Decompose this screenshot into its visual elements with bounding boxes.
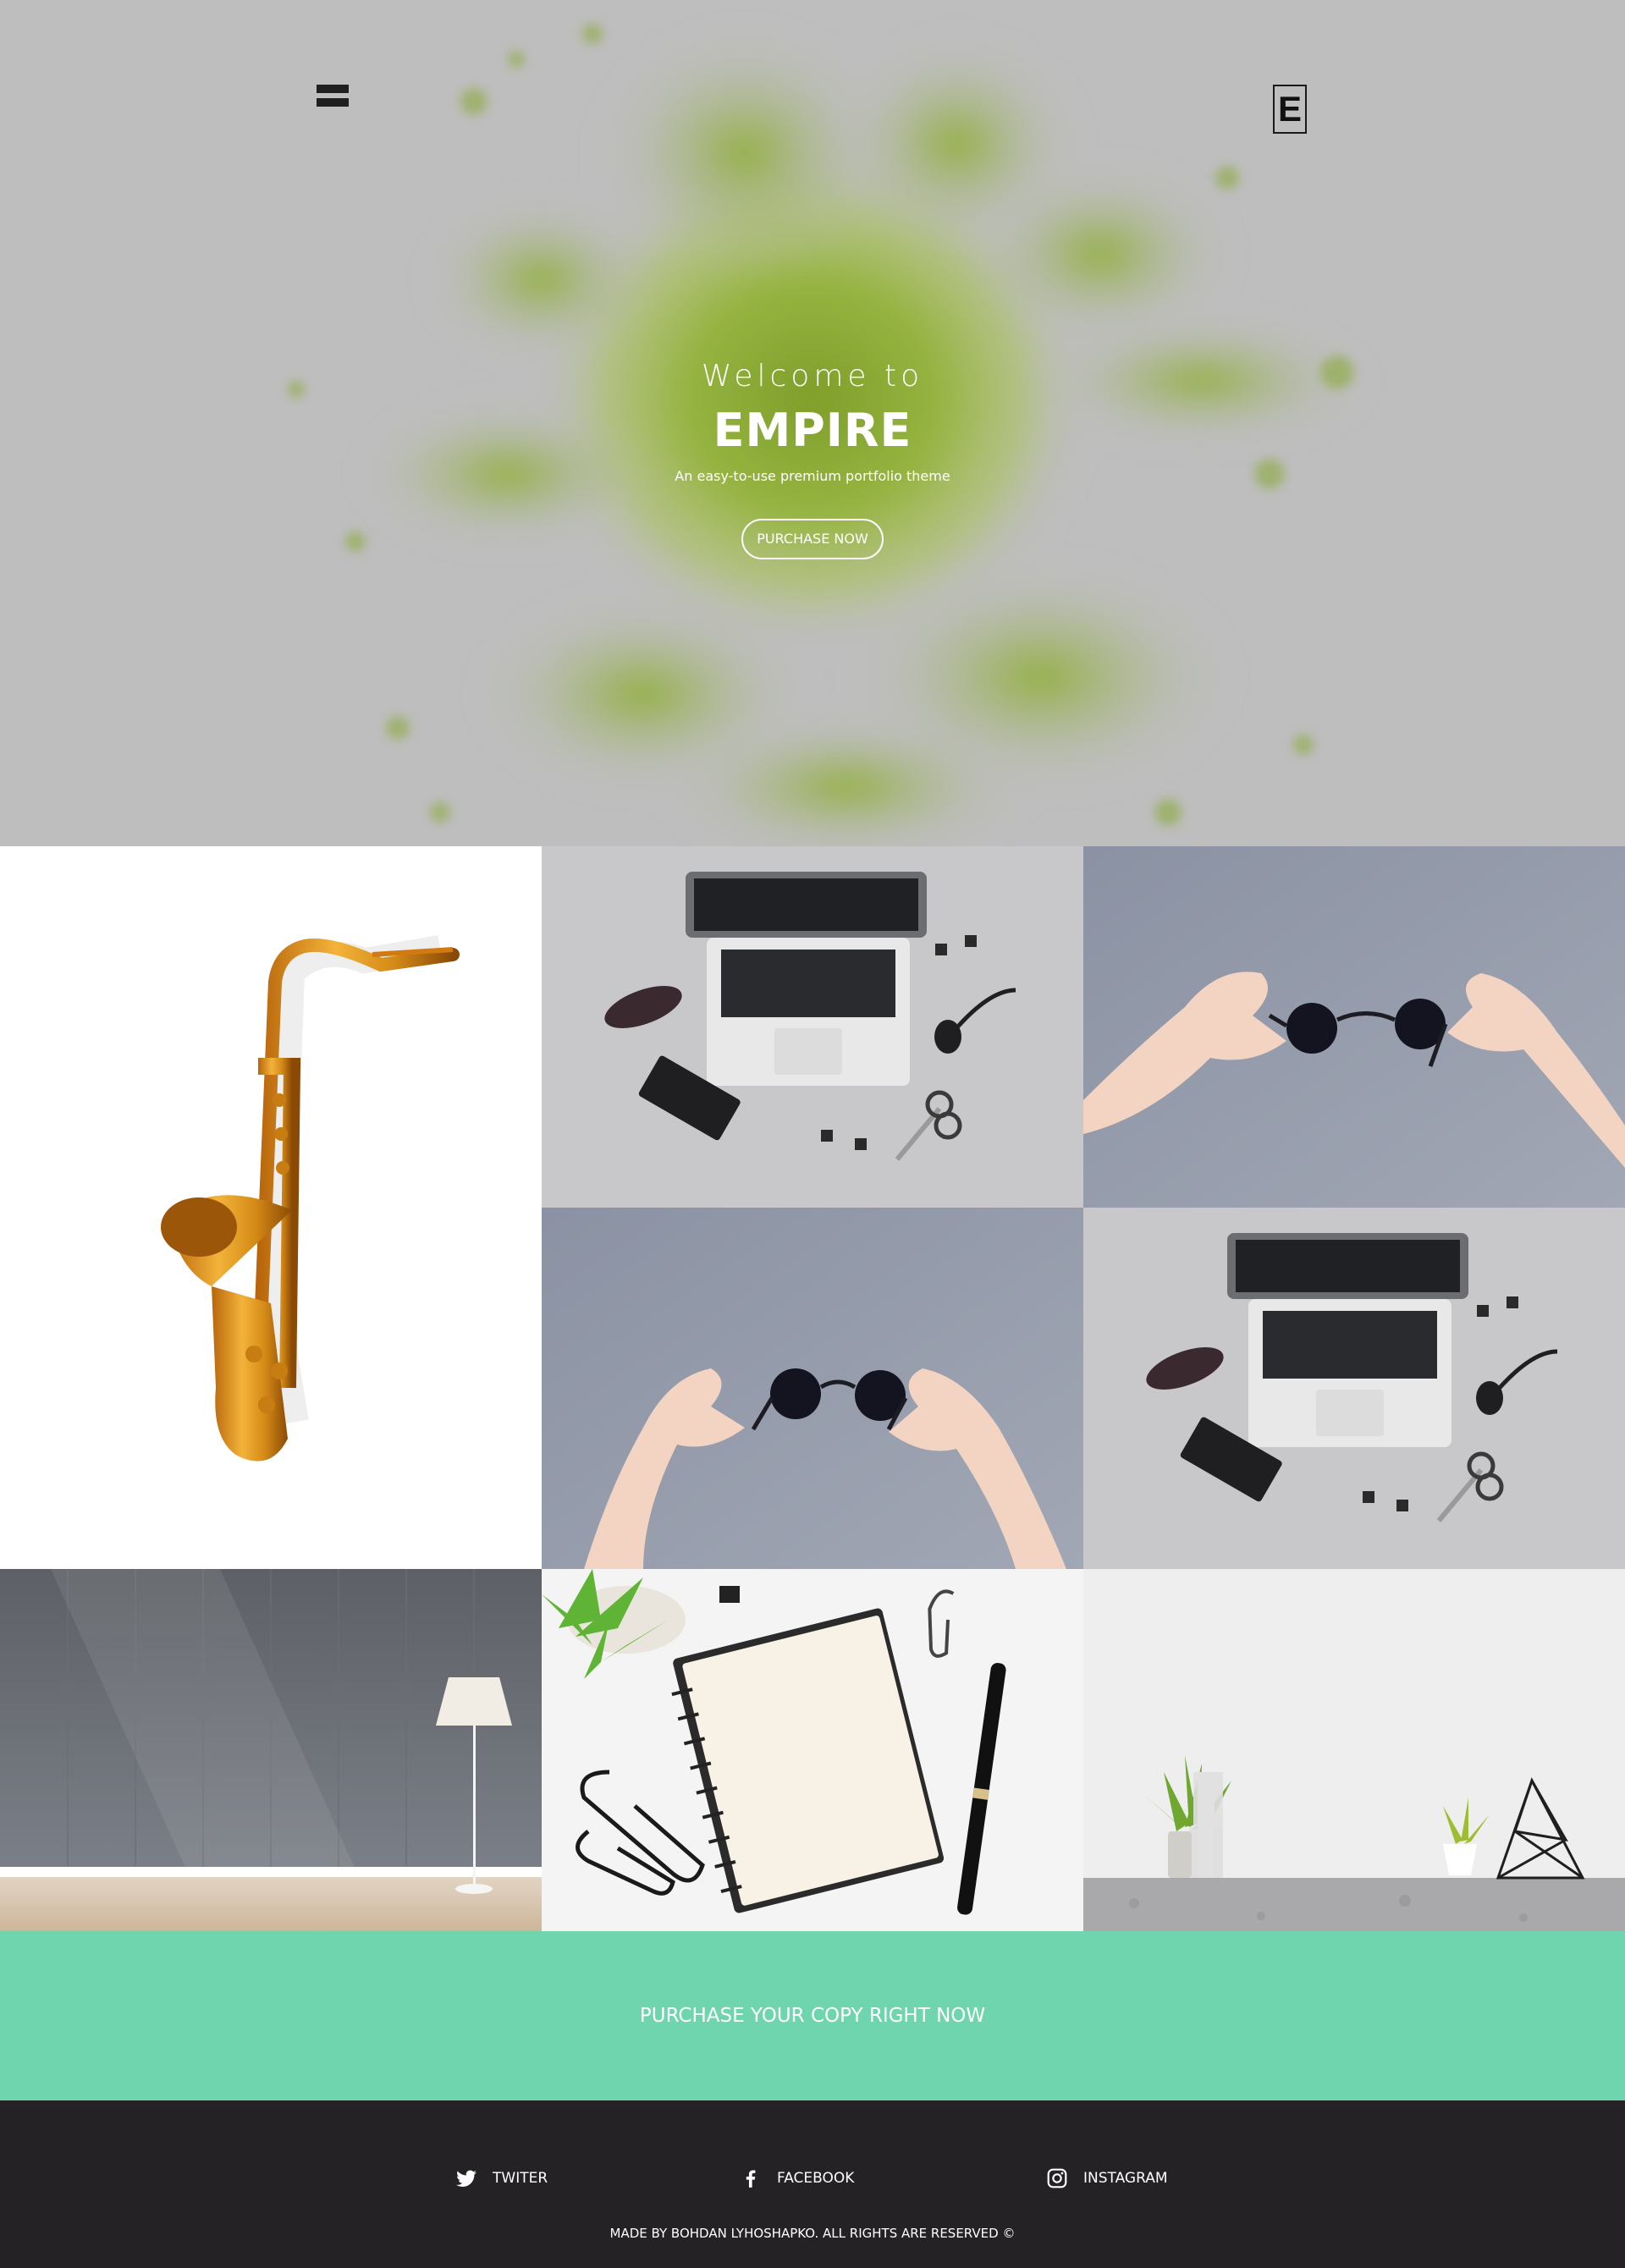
twitter-icon bbox=[455, 2167, 477, 2189]
hero-content: Welcome to EMPIRE An easy-to-use premium… bbox=[0, 351, 1625, 559]
gallery-item-lamp-room[interactable] bbox=[0, 1569, 542, 1931]
floor-lamp-room-image bbox=[0, 1569, 542, 1931]
social-link-instagram[interactable]: INSTAGRAM bbox=[1046, 2166, 1168, 2190]
saxophone-image bbox=[0, 846, 542, 1569]
gallery-item-sunglasses-2[interactable] bbox=[542, 1208, 1083, 1569]
hero-title: EMPIRE bbox=[713, 404, 912, 457]
hands-holding-sunglasses-image bbox=[1083, 846, 1625, 1208]
gallery-item-plants[interactable] bbox=[1083, 1569, 1625, 1931]
empire-logo-icon[interactable]: E bbox=[1273, 85, 1307, 134]
notebook-pen-paperclips-image bbox=[542, 1569, 1083, 1931]
instagram-label: INSTAGRAM bbox=[1083, 2170, 1168, 2187]
gallery-item-saxophone[interactable] bbox=[0, 846, 542, 1569]
hero-subtitle: An easy-to-use premium portfolio theme bbox=[675, 468, 950, 484]
plants-shelf-image bbox=[1083, 1569, 1625, 1931]
facebook-label: FACEBOOK bbox=[777, 2170, 855, 2187]
portfolio-gallery bbox=[0, 846, 1625, 1931]
cta-label: PURCHASE YOUR COPY RIGHT NOW bbox=[639, 2005, 986, 2027]
hero-welcome-text: Welcome to bbox=[701, 359, 924, 394]
social-link-facebook[interactable]: FACEBOOK bbox=[740, 2166, 854, 2190]
hamburger-menu-icon[interactable] bbox=[317, 85, 349, 108]
purchase-copy-cta[interactable]: PURCHASE YOUR COPY RIGHT NOW bbox=[0, 1931, 1625, 2100]
twitter-label: TWITER bbox=[493, 2170, 548, 2187]
copyright-text: MADE BY BOHDAN LYHOSHAPKO. ALL RIGHTS AR… bbox=[609, 2226, 1016, 2241]
gallery-item-laptop-desk[interactable] bbox=[542, 846, 1083, 1208]
hero-section: E Welcome to EMPIRE An easy-to-use premi… bbox=[0, 0, 1625, 846]
purchase-now-button[interactable]: PURCHASE NOW bbox=[741, 519, 884, 559]
laptop-flatlay-image bbox=[542, 846, 1083, 1208]
gallery-item-sunglasses[interactable] bbox=[1083, 846, 1625, 1208]
laptop-flatlay-image bbox=[1083, 1208, 1625, 1569]
instagram-icon bbox=[1046, 2167, 1068, 2189]
site-footer: TWITER FACEBOOK INSTAGRAM MADE BY BOHDAN… bbox=[0, 2100, 1625, 2268]
facebook-icon bbox=[740, 2167, 762, 2189]
gallery-item-notebook[interactable] bbox=[542, 1569, 1083, 1931]
gallery-item-laptop-desk-2[interactable] bbox=[1083, 1208, 1625, 1569]
social-link-twitter[interactable]: TWITER bbox=[455, 2166, 548, 2190]
hands-holding-sunglasses-image bbox=[542, 1208, 1083, 1569]
